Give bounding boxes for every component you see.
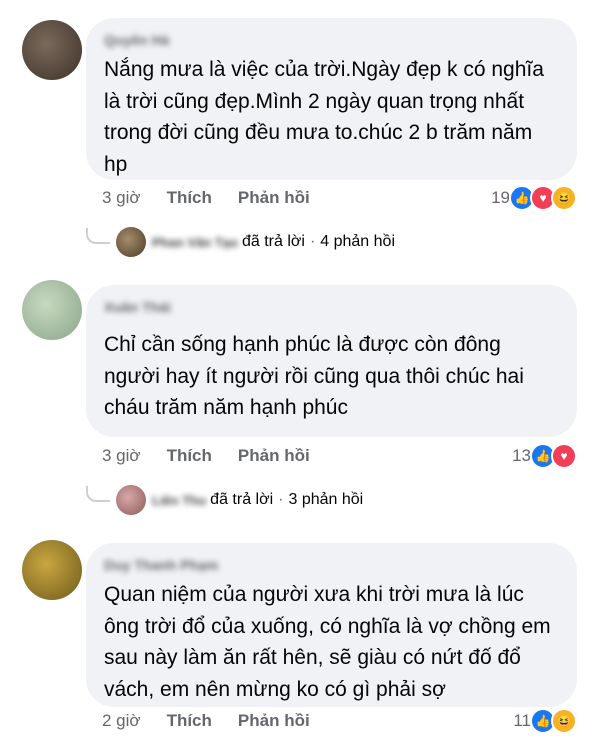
haha-icon: 😆 (551, 185, 577, 211)
thread-connector (86, 486, 110, 502)
reply-button[interactable]: Phản hồi (238, 446, 310, 466)
reply-count-link[interactable]: 3 phản hồi (288, 491, 363, 509)
like-button[interactable]: Thích (167, 188, 212, 208)
reaction-summary[interactable]: 13 👍 ♥ (512, 443, 577, 469)
replier-avatar (116, 227, 146, 257)
replier-name: Phan Văn Tạo (152, 234, 238, 250)
comment-text: Chỉ cần sống hạnh phúc là được còn đông … (104, 333, 524, 419)
comment-text: Quan niệm của người xưa khi trời mưa là … (104, 583, 551, 701)
reaction-count: 19 (491, 188, 510, 207)
separator-dot: · (309, 233, 316, 250)
comment-text: Nắng mưa là việc của trời.Ngày đẹp k có … (104, 58, 544, 176)
reply-button[interactable]: Phản hồi (238, 188, 310, 208)
reaction-count: 11 (513, 711, 531, 730)
love-icon: ♥ (551, 443, 577, 469)
comment-time[interactable]: 3 giờ (102, 446, 141, 466)
replier-name: Liên Thu (152, 492, 207, 508)
comment-author[interactable]: Duy Thanh Phạm (104, 557, 559, 575)
view-replies[interactable]: Liên Thu đã trả lời · 3 phản hồi (86, 482, 363, 518)
replied-action: đã trả lời (241, 233, 305, 250)
comment-actions: 2 giờ Thích Phản hồi (102, 706, 577, 736)
haha-icon: 😆 (551, 708, 577, 734)
reply-count-link[interactable]: 4 phản hồi (320, 233, 395, 251)
like-button[interactable]: Thích (167, 446, 212, 466)
thread-connector (86, 228, 110, 244)
comment-time[interactable]: 2 giờ (102, 711, 141, 731)
comment-author[interactable]: Xuân Thái (104, 299, 559, 317)
reaction-count: 13 (512, 446, 531, 465)
comment-bubble: Duy Thanh Phạm Quan niệm của người xưa k… (86, 543, 577, 707)
avatar[interactable] (22, 280, 82, 340)
comment-bubble: Quyên Hà Nắng mưa là việc của trời.Ngày … (86, 18, 577, 180)
comment-author[interactable]: Quyên Hà (104, 32, 559, 50)
separator-dot: · (278, 491, 284, 508)
replied-action: đã trả lời (210, 491, 274, 508)
reaction-summary[interactable]: 19 👍 ♥ 😆 (491, 185, 577, 211)
like-button[interactable]: Thích (167, 711, 212, 731)
comment-bubble: Xuân Thái Chỉ cần sống hạnh phúc là được… (86, 285, 577, 437)
avatar[interactable] (22, 20, 82, 80)
avatar[interactable] (22, 540, 82, 600)
replier-avatar (116, 485, 146, 515)
reply-button[interactable]: Phản hồi (238, 711, 310, 731)
view-replies[interactable]: Phan Văn Tạo đã trả lời · 4 phản hồi (86, 224, 395, 260)
comment-actions: 3 giờ Thích Phản hồi (102, 441, 577, 471)
comment-time[interactable]: 3 giờ (102, 188, 141, 208)
reaction-summary[interactable]: 11 👍 😆 (513, 708, 577, 734)
